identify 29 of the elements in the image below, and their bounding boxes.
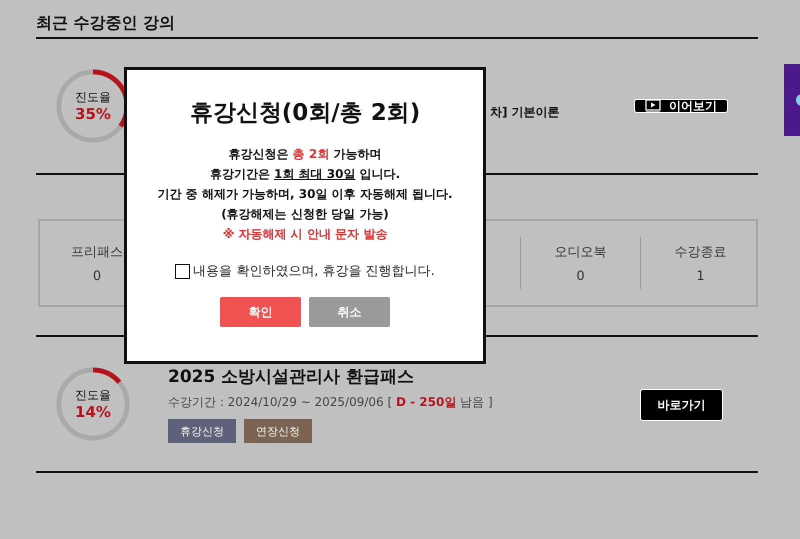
confirm-button[interactable]: 확인 xyxy=(220,297,301,327)
section-title: 최근 수강중인 강의 xyxy=(36,12,176,34)
stat-value: 1 xyxy=(696,268,705,284)
stat-value: 0 xyxy=(92,268,102,284)
tag-button[interactable]: 연장신청 xyxy=(244,419,312,443)
course-button[interactable]: 바로가기 xyxy=(640,389,723,421)
progress-percent: 14% xyxy=(75,402,111,420)
play-icon xyxy=(645,99,661,113)
agree-label: 내용을 확인하였으며, 휴강을 진행합니다. xyxy=(193,263,435,280)
course-button[interactable]: 이어보기 xyxy=(634,99,728,113)
course-title: 2025 소방시설관리사 환급패스 xyxy=(168,366,416,388)
dialog-title: 휴강신청(0회/총 2회) xyxy=(190,99,420,128)
course-period: 수강기간 : 2024/10/29 ~ 2025/09/06 [ D - 250일 남음 ] xyxy=(168,394,494,411)
notice-line: 기간 중 해제가 가능하며, 30일 이후 자동해제 됩니다. xyxy=(157,186,453,203)
stat-label: 수강종료 xyxy=(674,244,726,260)
stat-label: 오디오북 xyxy=(554,244,606,260)
progress-label: 진도율 xyxy=(75,388,111,402)
notice-line: ※ 자동해제 시 안내 문자 발송 xyxy=(222,226,388,243)
progress-label: 진도율 xyxy=(75,90,111,104)
course-subtitle: 차] 기본이론 xyxy=(490,104,561,120)
tag-button[interactable]: 휴강신청 xyxy=(168,419,236,443)
notice-line: 휴강신청은 총 2회 가능하며 xyxy=(228,146,382,163)
notice-line: 휴강기간은 1회 최대 30일 입니다. xyxy=(210,166,400,183)
stat-label: 프리패스 xyxy=(71,244,123,260)
agree-checkbox[interactable] xyxy=(175,264,190,278)
notice-line: (휴강해제는 신청한 당일 가능) xyxy=(221,206,389,223)
progress-percent: 35% xyxy=(75,104,111,122)
side-banner xyxy=(784,64,800,136)
stat-value: 0 xyxy=(576,268,585,284)
